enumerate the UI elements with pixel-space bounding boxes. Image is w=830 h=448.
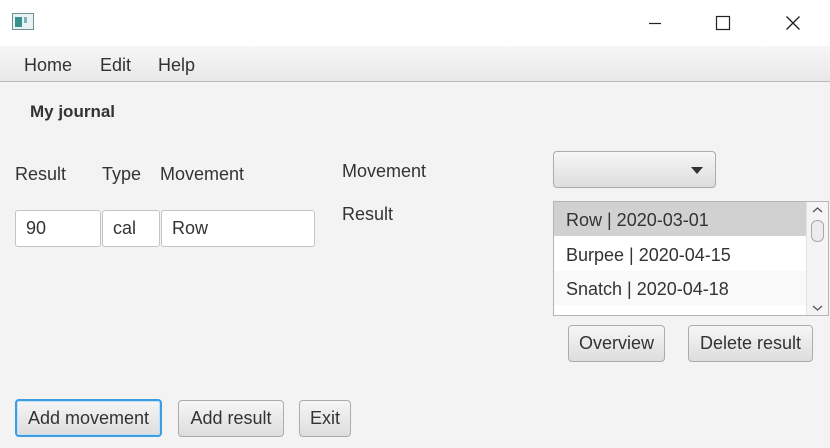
page-title: My journal: [30, 102, 116, 121]
list-scrollbar[interactable]: [806, 202, 828, 315]
chevron-down-icon: [691, 167, 703, 174]
list-item[interactable]: Snatch | 2020-04-18: [554, 271, 807, 305]
minimize-icon: [649, 22, 661, 25]
menu-bar: Home Edit Help: [0, 46, 830, 82]
exit-button[interactable]: Exit: [299, 400, 351, 437]
add-movement-button[interactable]: Add movement: [15, 399, 162, 437]
menu-edit[interactable]: Edit: [100, 55, 131, 76]
results-list[interactable]: Row | 2020-03-01 Burpee | 2020-04-15 Sna…: [553, 201, 829, 316]
delete-result-button[interactable]: Delete result: [688, 325, 813, 362]
add-result-button[interactable]: Add result: [178, 400, 284, 437]
movement-field[interactable]: Row: [161, 210, 315, 247]
movement-combobox[interactable]: [553, 151, 716, 188]
movement-filter-label: Movement: [342, 161, 427, 181]
overview-button[interactable]: Overview: [568, 325, 665, 362]
type-field[interactable]: cal: [102, 210, 160, 247]
close-icon: [786, 16, 800, 30]
app-window-icon: [12, 13, 34, 30]
close-button[interactable]: [770, 0, 816, 46]
result-header: Result: [15, 164, 67, 184]
menu-help[interactable]: Help: [158, 55, 195, 76]
scroll-down-icon[interactable]: [811, 303, 824, 313]
movement-header: Movement: [160, 164, 245, 184]
menu-home[interactable]: Home: [24, 55, 72, 76]
maximize-button[interactable]: [700, 0, 746, 46]
list-item[interactable]: Row | 2020-03-01: [554, 202, 807, 236]
maximize-icon: [715, 15, 731, 31]
result-list-label: Result: [342, 204, 394, 224]
type-header: Type: [102, 164, 142, 184]
list-item[interactable]: Burpee | 2020-04-15: [554, 237, 807, 271]
scroll-up-icon[interactable]: [811, 205, 824, 215]
scroll-thumb[interactable]: [811, 220, 824, 242]
result-field[interactable]: 90: [15, 210, 101, 247]
title-bar: [0, 0, 830, 46]
minimize-button[interactable]: [632, 0, 678, 46]
